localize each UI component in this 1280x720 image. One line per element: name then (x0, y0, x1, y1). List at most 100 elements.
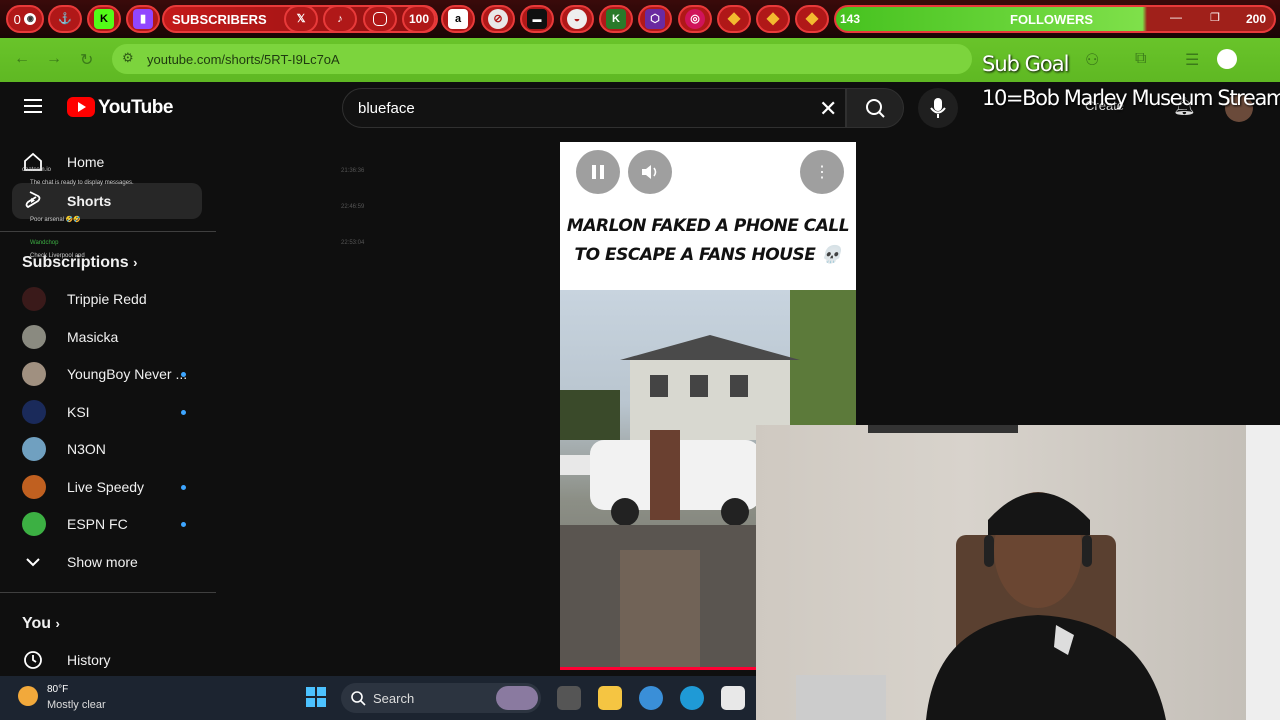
channel-name: Masicka (67, 329, 119, 345)
sidebar-item-home[interactable]: Home (12, 144, 202, 180)
url-text: youtube.com/shorts/5RT-I9Lc7oA (147, 52, 340, 67)
weather-description: Mostly clear (47, 699, 106, 711)
sidebar-item-channel[interactable]: N3ON (12, 431, 202, 467)
search-icon (351, 691, 366, 706)
followers-goal: 200 (1246, 12, 1267, 26)
channel-name: Trippie Redd (67, 291, 147, 307)
instagram-icon (363, 5, 397, 33)
you-label: You (22, 615, 52, 632)
start-button[interactable] (305, 686, 327, 708)
discord-icon: ◉ (24, 13, 37, 25)
stream-overlay-bar: 0 ◉ ⚓ K ▮ SUBSCRIBERS 𝕏 ♪ 100 a ⊘ ▬ ◒ K … (0, 0, 1280, 38)
youtube-logo-text[interactable]: YouTube (98, 97, 173, 119)
taskbar-search-label: Search (373, 691, 415, 706)
sidebar-item-channel[interactable]: Masicka (12, 319, 202, 355)
webcam-overlay (756, 425, 1280, 720)
sub-goal-detail: 10=Bob Marley Museum Stream (982, 86, 1280, 110)
more-options-button[interactable]: ⋮ (800, 150, 844, 194)
amazon-icon: a (441, 5, 475, 33)
edge-icon[interactable] (680, 686, 704, 710)
binance-icon: ◆ (717, 5, 751, 33)
binance-icon-3: ◆ (795, 5, 829, 33)
left-counter-value: 0 (13, 11, 21, 27)
youtube-logo-icon[interactable] (67, 97, 95, 117)
anchor-icon: ⚓ (48, 5, 82, 33)
twitch-icon: ▮ (126, 5, 160, 33)
windows-logo-icon (306, 687, 326, 707)
channel-avatar (22, 512, 46, 536)
sidebar-item-channel[interactable]: Trippie Redd (12, 281, 202, 317)
hamburger-menu-icon[interactable] (24, 99, 42, 113)
sidebar-item-shorts[interactable]: Shorts (12, 183, 202, 219)
subscribers-label: SUBSCRIBERS (172, 12, 267, 27)
cashapp-icon: ▬ (520, 5, 554, 33)
sidebar-item-label: History (67, 652, 111, 668)
channel-avatar (22, 362, 46, 386)
link-icon: ⊘ (481, 5, 515, 33)
chat-timestamp: 22:53:04 (341, 240, 365, 246)
browser-toolbar: ← → ↻ ⚙ youtube.com/shorts/5RT-I9Lc7oA ⚇… (0, 38, 1280, 82)
sidebar-item-channel[interactable]: Live Speedy (12, 469, 202, 505)
sidebar-item-channel[interactable]: ESPN FC (12, 506, 202, 542)
search-query: blueface (358, 100, 415, 117)
voice-search-button[interactable] (918, 88, 958, 128)
live-dot (181, 410, 186, 415)
chat-message: Poor arsenal 🤣🤣 (30, 217, 81, 223)
chat-message: Check Liverpool and (30, 253, 85, 259)
pause-icon (592, 165, 604, 179)
channel-avatar (22, 437, 46, 461)
sub-count-value: 100 (408, 12, 430, 26)
channel-avatar (22, 400, 46, 424)
show-more-button[interactable]: Show more (12, 544, 202, 580)
back-arrow-icon[interactable]: ← (14, 50, 30, 68)
cast-icon[interactable]: ⧉ (1135, 50, 1146, 68)
sidebar-item-label: Home (67, 154, 105, 170)
chat-timestamp: 22:46:59 (341, 204, 365, 210)
you-heading[interactable]: You › (22, 615, 60, 633)
volume-icon (642, 165, 657, 179)
kick-icon-2: K (599, 5, 633, 33)
channel-name: Live Speedy (67, 479, 145, 495)
kick-icon: K (87, 5, 121, 33)
address-bar[interactable]: ⚙ youtube.com/shorts/5RT-I9Lc7oA (112, 44, 972, 74)
binance-icon-2: ◆ (756, 5, 790, 33)
chat-timestamp: 21:36:36 (341, 168, 365, 174)
history-icon (24, 651, 42, 669)
store-icon[interactable] (721, 686, 745, 710)
shorts-icon (25, 191, 41, 209)
live-dot (181, 522, 186, 527)
sidebar-item-channel[interactable]: KSI (12, 394, 202, 430)
hex-icon: ⬡ (638, 5, 672, 33)
channel-avatar (22, 475, 46, 499)
channel-name: KSI (67, 404, 90, 420)
extensions-icon[interactable]: ⚇ (1085, 50, 1099, 70)
menu-list-icon[interactable]: ☰ (1185, 50, 1199, 70)
task-view-icon[interactable] (557, 686, 581, 710)
pause-button[interactable] (576, 150, 620, 194)
volume-button[interactable] (628, 150, 672, 194)
clear-search-icon[interactable]: ✕ (819, 96, 837, 122)
pink-circle-icon: ◎ (678, 5, 712, 33)
restore-icon: ❐ (1210, 12, 1220, 24)
microphone-icon (930, 98, 946, 118)
forward-arrow-icon[interactable]: → (46, 50, 62, 68)
sidebar-item-channel[interactable]: YoungBoy Never ... (12, 356, 202, 392)
browser-app-icon[interactable] (639, 686, 663, 710)
site-settings-icon[interactable]: ⚙ (122, 50, 134, 66)
left-counter-badge: 0 ◉ (6, 5, 44, 33)
minimize-icon: — (1170, 10, 1182, 24)
taskbar-search[interactable]: Search (341, 683, 541, 713)
sidebar-item-history[interactable]: History (12, 642, 202, 678)
channel-name: N3ON (67, 441, 106, 457)
channel-name: ESPN FC (67, 516, 128, 532)
tiktok-icon: ♪ (323, 5, 357, 33)
followers-goal-bar: 143 FOLLOWERS — ❐ 200 (834, 5, 1276, 33)
profile-icon[interactable] (1217, 49, 1237, 69)
chat-icon: ◒ (560, 5, 594, 33)
streamer-webcam-image (796, 425, 1280, 720)
search-button[interactable] (846, 88, 904, 128)
search-input[interactable]: blueface ✕ (342, 88, 846, 128)
reload-icon[interactable]: ↻ (80, 50, 93, 70)
file-explorer-icon[interactable] (598, 686, 622, 710)
live-dot (181, 485, 186, 490)
